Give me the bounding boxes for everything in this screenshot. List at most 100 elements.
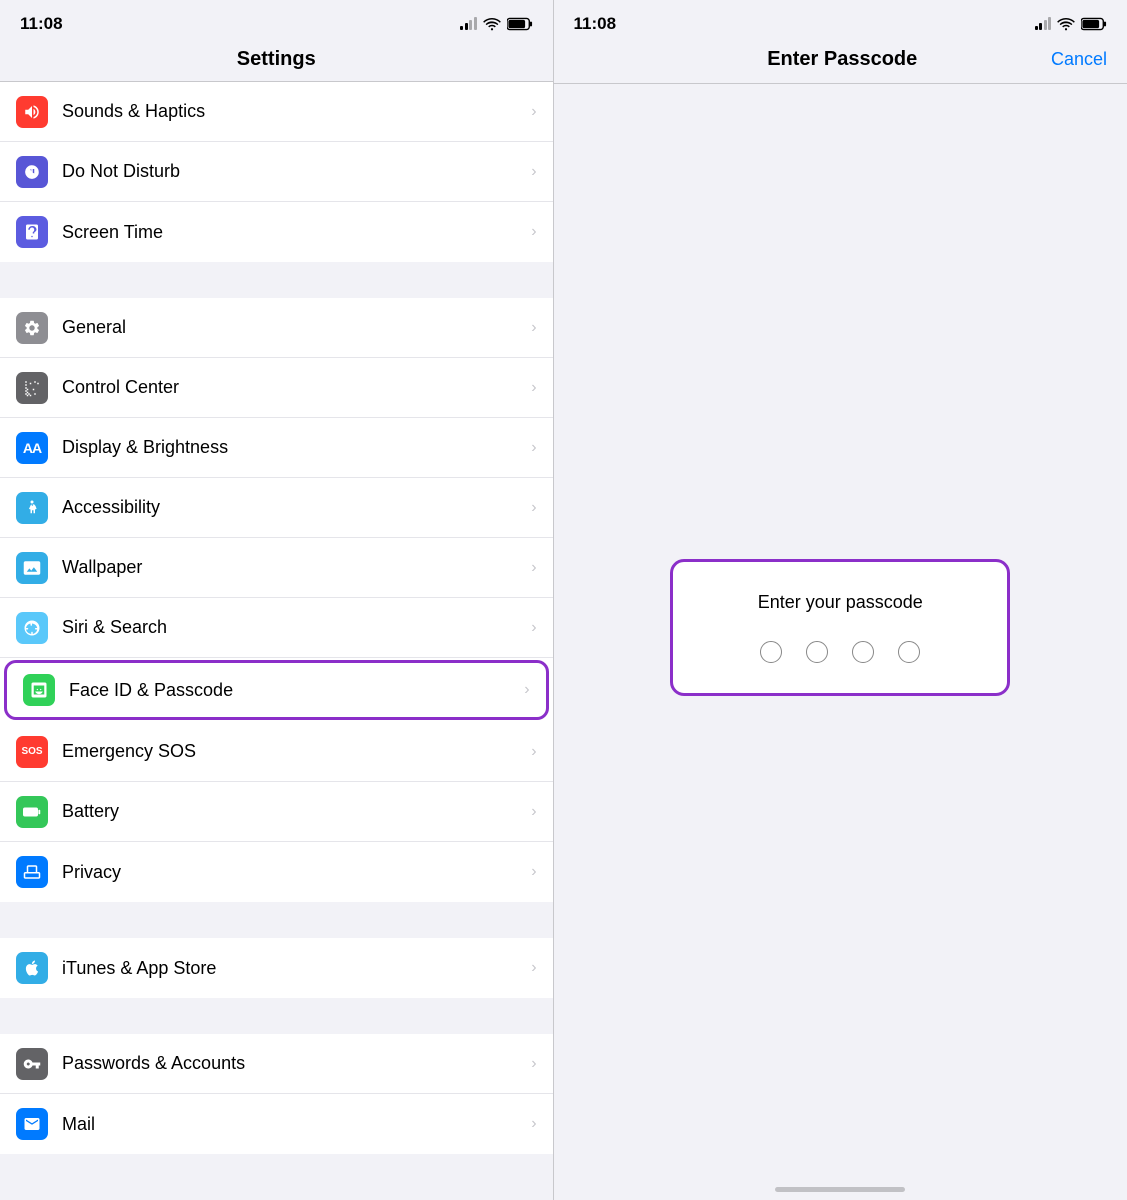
wallpaper-chevron: › (531, 559, 536, 577)
sidebar-item-screen-time[interactable]: Screen Time › (0, 202, 553, 262)
display-brightness-label: Display & Brightness (62, 437, 531, 458)
signal-icon (460, 18, 477, 30)
screen-time-chevron: › (531, 223, 536, 241)
general-icon (16, 312, 48, 344)
passwords-accounts-chevron: › (531, 1055, 536, 1073)
itunes-app-store-label: iTunes & App Store (62, 958, 531, 979)
left-panel: 11:08 Settings (0, 0, 553, 1200)
right-panel: 11:08 Enter Passcode Cancel E (554, 0, 1127, 1200)
siri-search-chevron: › (531, 619, 536, 637)
section-system: General › Control Center › AA Display & … (0, 298, 553, 902)
sidebar-item-emergency-sos[interactable]: SOS Emergency SOS › (0, 722, 553, 782)
accessibility-icon (16, 492, 48, 524)
itunes-app-store-chevron: › (531, 959, 536, 977)
general-label: General (62, 317, 531, 338)
sidebar-item-display-brightness[interactable]: AA Display & Brightness › (0, 418, 553, 478)
passwords-accounts-icon (16, 1048, 48, 1080)
sidebar-item-privacy[interactable]: Privacy › (0, 842, 553, 902)
privacy-chevron: › (531, 863, 536, 881)
wallpaper-label: Wallpaper (62, 557, 531, 578)
accessibility-label: Accessibility (62, 497, 531, 518)
sidebar-item-wallpaper[interactable]: Wallpaper › (0, 538, 553, 598)
right-status-icons (1035, 17, 1108, 31)
passcode-dots (760, 641, 920, 663)
sounds-haptics-label: Sounds & Haptics (62, 101, 531, 122)
sidebar-item-accessibility[interactable]: Accessibility › (0, 478, 553, 538)
do-not-disturb-chevron: › (531, 163, 536, 181)
right-wifi-icon (1057, 17, 1075, 31)
right-home-bar (775, 1187, 905, 1192)
appstore-icon (16, 952, 48, 984)
left-time: 11:08 (20, 14, 63, 34)
control-center-label: Control Center (62, 377, 531, 398)
battery-icon (507, 17, 533, 31)
cancel-button[interactable]: Cancel (1051, 49, 1107, 70)
siri-search-icon (16, 612, 48, 644)
passcode-dot-3 (852, 641, 874, 663)
face-id-passcode-label: Face ID & Passcode (69, 680, 524, 701)
sidebar-item-control-center[interactable]: Control Center › (0, 358, 553, 418)
face-id-icon (23, 674, 55, 706)
gap-2 (0, 902, 553, 938)
display-brightness-chevron: › (531, 439, 536, 457)
enter-passcode-title: Enter Passcode (634, 48, 1051, 71)
sidebar-item-general[interactable]: General › (0, 298, 553, 358)
sounds-haptics-chevron: › (531, 103, 536, 121)
sidebar-item-itunes-app-store[interactable]: iTunes & App Store › (0, 938, 553, 998)
sidebar-item-mail[interactable]: Mail › (0, 1094, 553, 1154)
settings-title-bar: Settings (0, 42, 553, 81)
face-id-passcode-chevron: › (524, 681, 529, 699)
control-center-icon (16, 372, 48, 404)
gap-3 (0, 998, 553, 1034)
mail-chevron: › (531, 1115, 536, 1133)
emergency-sos-chevron: › (531, 743, 536, 761)
left-bottom-area (0, 1154, 553, 1200)
passcode-content: Enter your passcode (554, 84, 1127, 1170)
battery-label: Battery (62, 801, 531, 822)
emergency-sos-label: Emergency SOS (62, 741, 531, 762)
emergency-sos-icon: SOS (16, 736, 48, 768)
sidebar-item-passwords-accounts[interactable]: Passwords & Accounts › (0, 1034, 553, 1094)
section-apps1: iTunes & App Store › (0, 938, 553, 998)
section-notifications: Sounds & Haptics › Do Not Disturb › Scre… (0, 82, 553, 262)
gap-1 (0, 262, 553, 298)
right-battery-icon (1081, 17, 1107, 31)
left-status-bar: 11:08 (0, 0, 553, 42)
sidebar-item-face-id-passcode[interactable]: Face ID & Passcode › (4, 660, 549, 720)
display-brightness-icon: AA (16, 432, 48, 464)
right-time: 11:08 (574, 14, 617, 34)
battery-chevron: › (531, 803, 536, 821)
siri-search-label: Siri & Search (62, 617, 531, 638)
passwords-accounts-label: Passwords & Accounts (62, 1053, 531, 1074)
control-center-chevron: › (531, 379, 536, 397)
sidebar-item-sounds-haptics[interactable]: Sounds & Haptics › (0, 82, 553, 142)
page-title: Settings (237, 48, 316, 70)
settings-list: Sounds & Haptics › Do Not Disturb › Scre… (0, 82, 553, 1200)
passcode-dot-1 (760, 641, 782, 663)
sounds-haptics-icon (16, 96, 48, 128)
wifi-icon (483, 17, 501, 31)
mail-label: Mail (62, 1114, 531, 1135)
passcode-dot-2 (806, 641, 828, 663)
privacy-icon (16, 856, 48, 888)
sidebar-item-do-not-disturb[interactable]: Do Not Disturb › (0, 142, 553, 202)
sidebar-item-battery[interactable]: Battery › (0, 782, 553, 842)
do-not-disturb-icon (16, 156, 48, 188)
wallpaper-icon (16, 552, 48, 584)
passcode-dot-4 (898, 641, 920, 663)
privacy-label: Privacy (62, 862, 531, 883)
passcode-prompt: Enter your passcode (758, 592, 923, 613)
mail-icon (16, 1108, 48, 1140)
sidebar-item-siri-search[interactable]: Siri & Search › (0, 598, 553, 658)
right-status-bar: 11:08 (554, 0, 1127, 42)
do-not-disturb-label: Do Not Disturb (62, 161, 531, 182)
battery-row-icon (16, 796, 48, 828)
right-signal-icon (1035, 18, 1052, 30)
screen-time-label: Screen Time (62, 222, 531, 243)
accessibility-chevron: › (531, 499, 536, 517)
right-header: Enter Passcode Cancel (554, 42, 1127, 83)
right-bottom-area (554, 1170, 1127, 1200)
general-chevron: › (531, 319, 536, 337)
passcode-box: Enter your passcode (670, 559, 1010, 696)
screen-time-icon (16, 216, 48, 248)
